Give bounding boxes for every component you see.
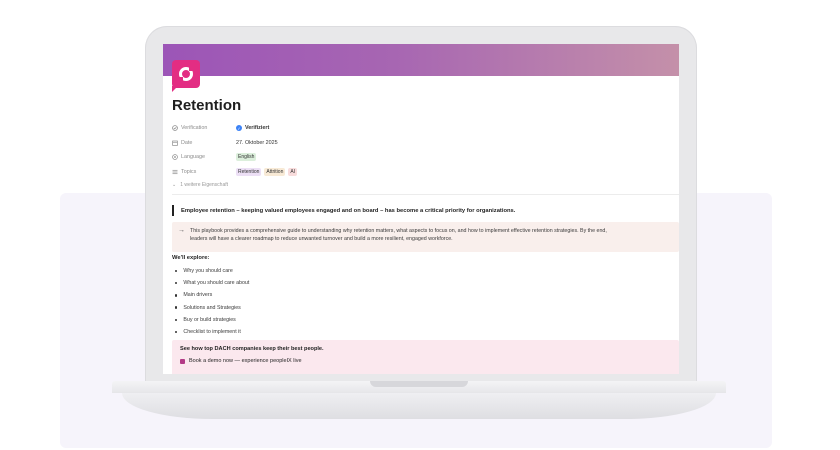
verification-icon bbox=[172, 125, 178, 132]
page-logo-icon bbox=[172, 60, 200, 88]
page-cover bbox=[163, 44, 679, 76]
more-properties-label: 1 weitere Eigenschaft bbox=[180, 182, 229, 188]
list-icon bbox=[172, 169, 178, 175]
arrow-right-icon: → bbox=[178, 227, 185, 234]
property-language[interactable]: Language English bbox=[172, 150, 492, 165]
laptop-base-bottom bbox=[122, 393, 716, 419]
property-date[interactable]: Date 27. Oktober 2025 bbox=[172, 136, 492, 151]
cta-block: See how top DACH companies keep their be… bbox=[172, 340, 679, 374]
divider bbox=[172, 194, 679, 195]
book-demo-label: Book a demo now — experience peopleIX li… bbox=[189, 358, 302, 364]
page-title: Retention bbox=[172, 97, 242, 114]
chevron-down-icon: ⌄ bbox=[172, 182, 177, 188]
property-topics[interactable]: Topics Retention Attrition AI bbox=[172, 165, 492, 180]
list-item: Buy or build strategies bbox=[175, 314, 249, 326]
property-value: Verifiziert bbox=[245, 125, 270, 132]
language-tag[interactable]: English bbox=[236, 153, 257, 162]
property-key: Verification bbox=[181, 125, 208, 132]
more-properties-toggle[interactable]: ⌄ 1 weitere Eigenschaft bbox=[172, 179, 492, 191]
language-icon bbox=[172, 154, 178, 161]
list-item: Solutions and Strategies bbox=[175, 302, 249, 314]
property-key: Date bbox=[181, 139, 193, 146]
properties-panel: Verification ✓ Verifiziert Date 27. Okto… bbox=[172, 121, 492, 191]
list-item: Why you should care bbox=[175, 265, 249, 277]
calendar-icon bbox=[172, 140, 178, 146]
property-value: 27. Oktober 2025 bbox=[236, 139, 278, 146]
list-item: Main drivers bbox=[175, 289, 249, 301]
book-demo-link[interactable]: Book a demo now — experience peopleIX li… bbox=[180, 358, 302, 364]
callout-line: leaders will have a clearer roadmap to r… bbox=[190, 236, 453, 242]
property-key: Language bbox=[181, 154, 205, 161]
quote-block: Employee retention – keeping valued empl… bbox=[172, 205, 679, 216]
topic-tag[interactable]: AI bbox=[288, 167, 298, 176]
callout-block: → This playbook provides a comprehensive… bbox=[172, 222, 679, 252]
list-item: Checklist to implement it bbox=[175, 326, 249, 338]
topic-tag[interactable]: Attrition bbox=[264, 167, 286, 176]
explore-heading: We'll explore: bbox=[172, 255, 210, 261]
list-item: What you should care about bbox=[175, 277, 249, 289]
property-key: Topics bbox=[181, 168, 197, 175]
laptop-screen: Retention Verification ✓ Verifiziert Dat… bbox=[163, 44, 679, 374]
laptop-base bbox=[112, 381, 726, 421]
verified-check-icon: ✓ bbox=[236, 125, 242, 132]
explore-list: Why you should care What you should care… bbox=[175, 265, 249, 338]
topic-tag[interactable]: Retention bbox=[236, 167, 262, 176]
cta-heading: See how top DACH companies keep their be… bbox=[180, 346, 324, 352]
square-icon bbox=[180, 358, 185, 364]
property-verification[interactable]: Verification ✓ Verifiziert bbox=[172, 121, 492, 136]
logo-tail bbox=[172, 86, 178, 92]
callout-line: This playbook provides a comprehensive g… bbox=[190, 228, 607, 234]
laptop-notch bbox=[370, 381, 468, 387]
